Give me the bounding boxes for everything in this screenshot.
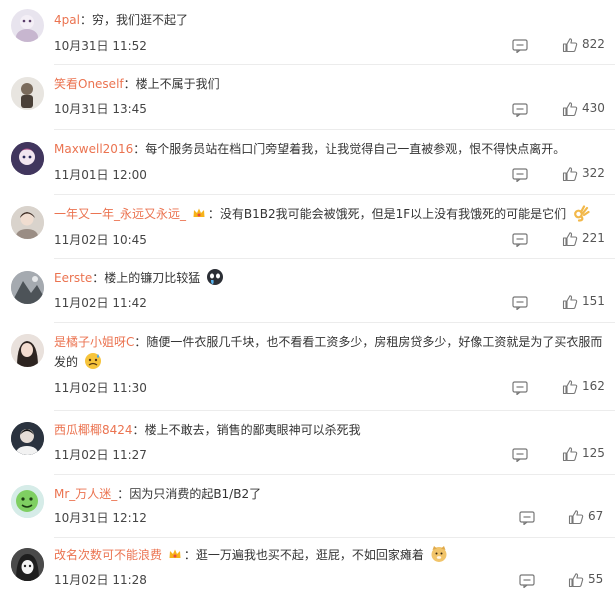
avatar[interactable]	[11, 142, 44, 175]
thumbs-up-icon[interactable]	[562, 446, 578, 462]
comment-time: 11月02日 11:28	[54, 573, 147, 587]
comment-item: 西瓜椰椰8424：楼上不敢去，销售的鄙夷眼神可以杀死我 11月02日 11:27…	[0, 410, 615, 474]
comment-time: 11月02日 10:45	[54, 233, 147, 247]
comment-icon[interactable]	[519, 511, 535, 525]
comment-text: 每个服务员站在档口门旁望着我，让我觉得自己一直被参观，恨不得快点离开。	[145, 142, 566, 156]
like-count: 151	[582, 294, 605, 308]
comment-text: 逛一万遍我也买不起，逛屁，不如回家瘫着	[195, 548, 424, 562]
doge-emoji-icon	[431, 546, 447, 562]
comment-time: 10月31日 12:12	[54, 511, 147, 525]
like-count: 221	[582, 231, 605, 245]
comment-icon[interactable]	[519, 574, 535, 588]
username-link[interactable]: Mr_万人迷_	[54, 487, 117, 501]
thumbs-up-icon[interactable]	[562, 379, 578, 395]
avatar[interactable]	[11, 77, 44, 110]
username-link[interactable]: 是橘子小姐呀C	[54, 335, 134, 349]
avatar[interactable]	[11, 334, 44, 367]
username-link[interactable]: 一年又一年_永远又永远_	[54, 207, 186, 221]
like-count: 322	[582, 166, 605, 180]
comment-icon[interactable]	[512, 296, 528, 310]
username-link[interactable]: 笑看Oneself	[54, 77, 124, 91]
like-count: 125	[582, 446, 605, 460]
comment-icon[interactable]	[512, 103, 528, 117]
comment-item: Mr_万人迷_：因为只消费的起B1/B2了 10月31日 12:12 67	[0, 474, 615, 537]
comment-text: 楼上不敢去，销售的鄙夷眼神可以杀死我	[144, 423, 361, 437]
comment-icon[interactable]	[512, 39, 528, 53]
comment-icon[interactable]	[512, 381, 528, 395]
comment-text: 穷，我们逛不起了	[91, 13, 188, 27]
avatar[interactable]	[11, 206, 44, 239]
comment-icon[interactable]	[512, 168, 528, 182]
comment-time: 11月02日 11:42	[54, 296, 147, 310]
comment-text: 楼上不属于我们	[135, 77, 220, 91]
comment-text: 因为只消费的起B1/B2了	[129, 487, 262, 501]
avatar[interactable]	[11, 271, 44, 304]
username-link[interactable]: 改名次数可不能浪费	[54, 548, 162, 562]
comment-item: 是橘子小姐呀C：随便一件衣服几千块，也不看看工资多少，房租房贷多少，好像工资就是…	[0, 322, 615, 410]
thumbs-up-icon[interactable]	[562, 294, 578, 310]
comment-time: 11月02日 11:30	[54, 381, 147, 395]
comment-item: 一年又一年_永远又永远_ ：没有B1B2我可能会被饿死，但是1F以上没有我饿死的…	[0, 194, 615, 258]
comment-list: 4pal：穷，我们逛不起了 10月31日 11:52 822 笑看Oneself…	[0, 0, 615, 600]
sweating-face-emoji-icon	[84, 353, 101, 369]
like-count: 162	[582, 379, 605, 393]
ok-hand-emoji-icon	[574, 205, 590, 222]
avatar[interactable]	[11, 9, 44, 42]
comment-time: 10月31日 13:45	[54, 102, 147, 116]
avatar[interactable]	[11, 548, 44, 581]
avatar[interactable]	[11, 485, 44, 518]
comment-item: Maxwell2016：每个服务员站在档口门旁望着我，让我觉得自己一直被参观，恨…	[0, 129, 615, 194]
like-count: 822	[582, 37, 605, 51]
username-link[interactable]: 4pal	[54, 13, 80, 27]
comment-item: 改名次数可不能浪费 ：逛一万遍我也买不起，逛屁，不如回家瘫着 11月02日 11…	[0, 537, 615, 600]
comment-text: 楼上的镰刀比较猛	[104, 271, 201, 285]
username-link[interactable]: 西瓜椰椰8424	[54, 423, 133, 437]
comment-icon[interactable]	[512, 448, 528, 462]
like-count: 67	[588, 509, 604, 523]
thumbs-up-icon[interactable]	[562, 37, 578, 53]
thumbs-up-icon[interactable]	[568, 572, 584, 588]
comment-time: 10月31日 11:52	[54, 39, 147, 53]
crying-face-emoji-icon	[207, 269, 224, 285]
avatar[interactable]	[11, 422, 44, 455]
thumbs-up-icon[interactable]	[562, 231, 578, 247]
username-link[interactable]: Maxwell2016	[54, 142, 133, 156]
like-count: 430	[582, 101, 605, 115]
comment-item: 4pal：穷，我们逛不起了 10月31日 11:52 822	[0, 0, 615, 64]
comment-text: 没有B1B2我可能会被饿死，但是1F以上没有我饿死的可能是它们	[219, 207, 567, 221]
crown-badge-icon	[169, 549, 181, 558]
crown-badge-icon	[193, 208, 205, 217]
thumbs-up-icon[interactable]	[568, 509, 584, 525]
thumbs-up-icon[interactable]	[562, 166, 578, 182]
comment-time: 11月01日 12:00	[54, 168, 147, 182]
comment-icon[interactable]	[512, 233, 528, 247]
username-link[interactable]: Eerste	[54, 271, 92, 285]
thumbs-up-icon[interactable]	[562, 101, 578, 117]
like-count: 55	[588, 572, 604, 586]
comment-item: 笑看Oneself：楼上不属于我们 10月31日 13:45 430	[0, 64, 615, 129]
comment-time: 11月02日 11:27	[54, 448, 147, 462]
comment-item: Eerste：楼上的镰刀比较猛 11月02日 11:42 151	[0, 258, 615, 322]
